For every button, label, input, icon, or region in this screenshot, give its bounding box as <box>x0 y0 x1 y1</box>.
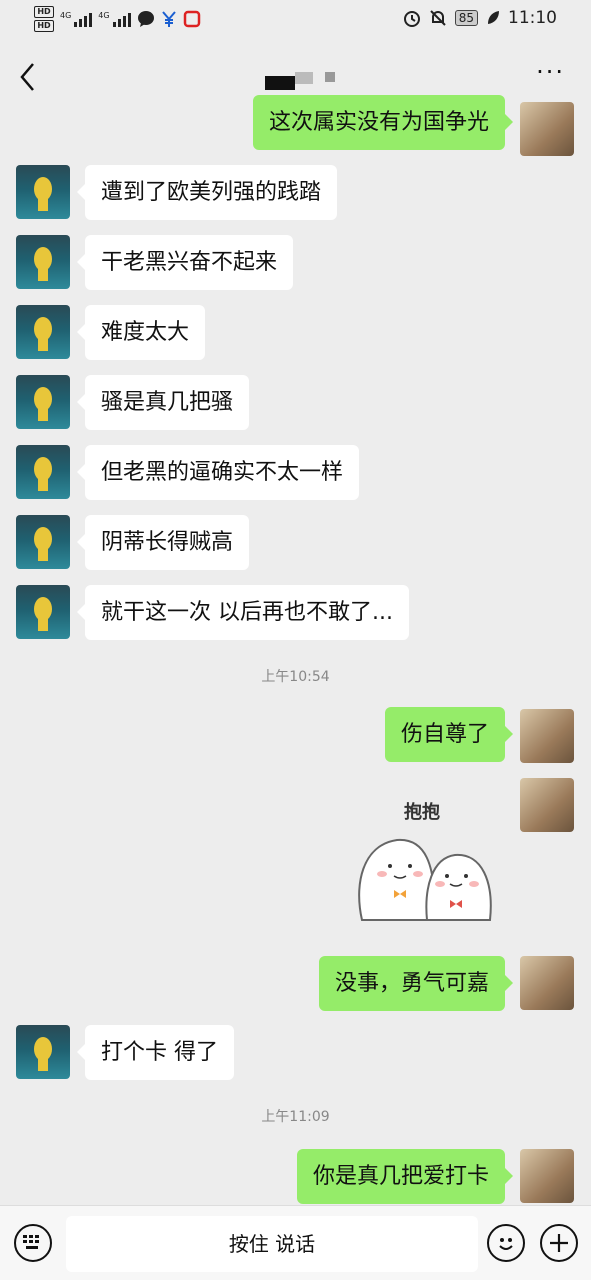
message-bubble-outgoing[interactable]: 你是真几把爱打卡 <box>296 1149 514 1204</box>
avatar[interactable] <box>16 375 70 429</box>
emoji-icon[interactable] <box>487 1224 525 1262</box>
avatar[interactable] <box>16 445 70 499</box>
keyboard-icon[interactable] <box>14 1224 52 1262</box>
message-bubble-outgoing[interactable]: 这次属实没有为国争光 <box>252 95 514 150</box>
message-bubble-incoming[interactable]: 干老黑兴奋不起来 <box>76 235 294 290</box>
avatar[interactable] <box>16 165 70 219</box>
hug-sticker[interactable]: 抱抱 <box>352 790 502 930</box>
avatar[interactable] <box>16 585 70 639</box>
timestamp: 上午10:54 <box>261 669 330 685</box>
battery-level: 85 <box>454 10 478 26</box>
hd-icon: HD <box>34 20 54 32</box>
leaf-icon <box>488 11 499 24</box>
avatar[interactable] <box>520 102 574 156</box>
more-options-button[interactable]: ··· <box>536 58 565 86</box>
chat-bubble-icon <box>137 11 154 27</box>
avatar[interactable] <box>16 515 70 569</box>
chat-screen: HD HD 4G 4G 85 11:10 ··· 这次属实没有为国争光 遭到了欧… <box>0 0 591 1280</box>
input-bar: 按住 说话 <box>0 1205 591 1280</box>
hold-to-talk-button[interactable]: 按住 说话 <box>66 1216 478 1272</box>
message-bubble-incoming[interactable]: 阴蒂长得贼高 <box>76 515 250 570</box>
avatar[interactable] <box>520 709 574 763</box>
seal-sticker-image <box>358 838 492 921</box>
signal-icon: 4G <box>60 11 93 27</box>
avatar[interactable] <box>16 235 70 289</box>
message-bubble-outgoing[interactable]: 没事，勇气可嘉 <box>318 956 514 1011</box>
message-bubble-incoming[interactable]: 打个卡 得了 <box>77 1025 234 1080</box>
message-bubble-incoming[interactable]: 遭到了欧美列强的践踏 <box>76 165 338 220</box>
hd-icon: HD <box>34 6 54 18</box>
avatar[interactable] <box>520 778 574 832</box>
plus-icon[interactable] <box>540 1224 578 1262</box>
yuan-icon <box>161 11 176 27</box>
avatar[interactable] <box>520 1149 574 1203</box>
avatar[interactable] <box>520 956 574 1010</box>
chat-header: ··· <box>0 48 591 100</box>
message-bubble-incoming[interactable]: 难度太大 <box>76 305 206 360</box>
signal-icon: 4G <box>98 11 131 27</box>
alarm-icon <box>403 11 420 27</box>
message-bubble-incoming[interactable]: 骚是真几把骚 <box>76 375 250 430</box>
clock: 11:10 <box>508 8 557 28</box>
hd-indicators: HD HD <box>34 6 54 32</box>
avatar[interactable] <box>16 305 70 359</box>
app-notification-icon <box>183 10 200 28</box>
timestamp: 上午11:09 <box>261 1109 330 1125</box>
mute-bell-icon <box>430 10 446 26</box>
message-bubble-outgoing[interactable]: 伤自尊了 <box>384 707 514 762</box>
message-bubble-incoming[interactable]: 但老黑的逼确实不太一样 <box>76 445 360 500</box>
message-bubble-incoming[interactable]: 就干这一次 以后再也不敢了... <box>77 585 409 640</box>
contact-name-redacted <box>265 72 335 90</box>
chevron-left-icon[interactable] <box>18 62 38 92</box>
avatar[interactable] <box>16 1025 70 1079</box>
status-bar: HD HD 4G 4G 85 11:10 <box>0 0 591 42</box>
